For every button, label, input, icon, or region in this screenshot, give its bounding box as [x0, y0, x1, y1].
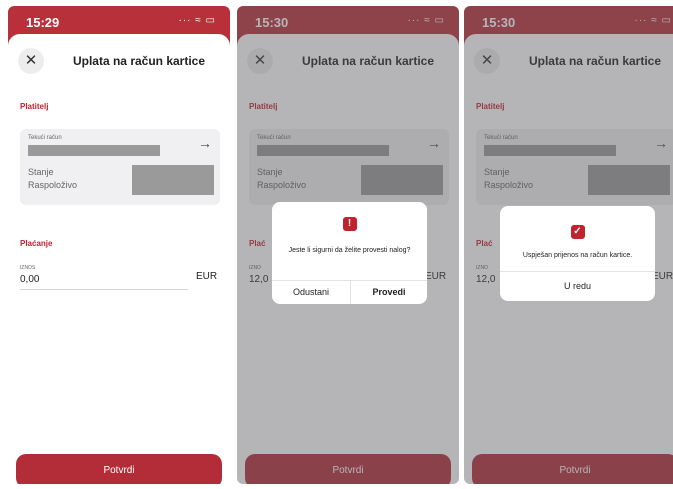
dialog-message: Jeste li sigurni da želite provesti nalo… — [288, 247, 411, 254]
close-button[interactable]: ✕ — [18, 48, 44, 74]
arrow-right-icon[interactable]: → — [198, 135, 212, 151]
amount-input[interactable]: 0,00 — [20, 274, 39, 285]
redacted-balance-values — [132, 165, 214, 195]
ok-button[interactable]: U redu — [500, 272, 655, 301]
payer-section-label: Platitelj — [20, 102, 49, 111]
success-dialog: ✓ Uspješan prijenos na račun kartice. U … — [500, 206, 655, 301]
account-type-label: Tekući račun — [28, 135, 62, 141]
page-title: Uplata na račun kartice — [72, 54, 206, 68]
phone-screen-2: 15:30 ··· ≈ ▭ ✕ Uplata na račun kartice … — [237, 6, 459, 484]
confirm-button[interactable]: Potvrdi — [16, 454, 222, 484]
currency-label: EUR — [196, 271, 218, 282]
info-icon: ! — [342, 217, 357, 231]
balance-label: Stanje — [28, 167, 54, 177]
phone-screen-3: 15:30 ··· ≈ ▭ ✕ Uplata na račun kartice … — [464, 6, 673, 484]
phone-screen-1: 15:29 ··· ≈ ▭ ✕ Uplata na račun kartice … — [8, 6, 230, 484]
payment-sheet: ✕ Uplata na račun kartice Platitelj Teku… — [8, 34, 230, 484]
checkmark-icon: ✓ — [570, 225, 585, 239]
execute-button[interactable]: Provedi — [351, 280, 427, 304]
amount-label: IZNOS — [20, 265, 36, 271]
dialog-message: Uspješan prijenos na račun kartice. — [522, 252, 633, 259]
cancel-button[interactable]: Odustani — [272, 280, 350, 304]
available-label: Raspoloživo — [28, 180, 78, 190]
amount-underline — [20, 289, 188, 290]
source-account-card[interactable]: Tekući račun → Stanje Raspoloživo — [20, 129, 220, 205]
status-icons: ··· ≈ ▭ — [178, 15, 216, 26]
redacted-account-number — [28, 145, 160, 156]
confirm-dialog: ! Jeste li sigurni da želite provesti na… — [272, 202, 427, 304]
status-time: 15:29 — [26, 15, 60, 30]
payment-section-label: Plaćanje — [20, 239, 53, 248]
